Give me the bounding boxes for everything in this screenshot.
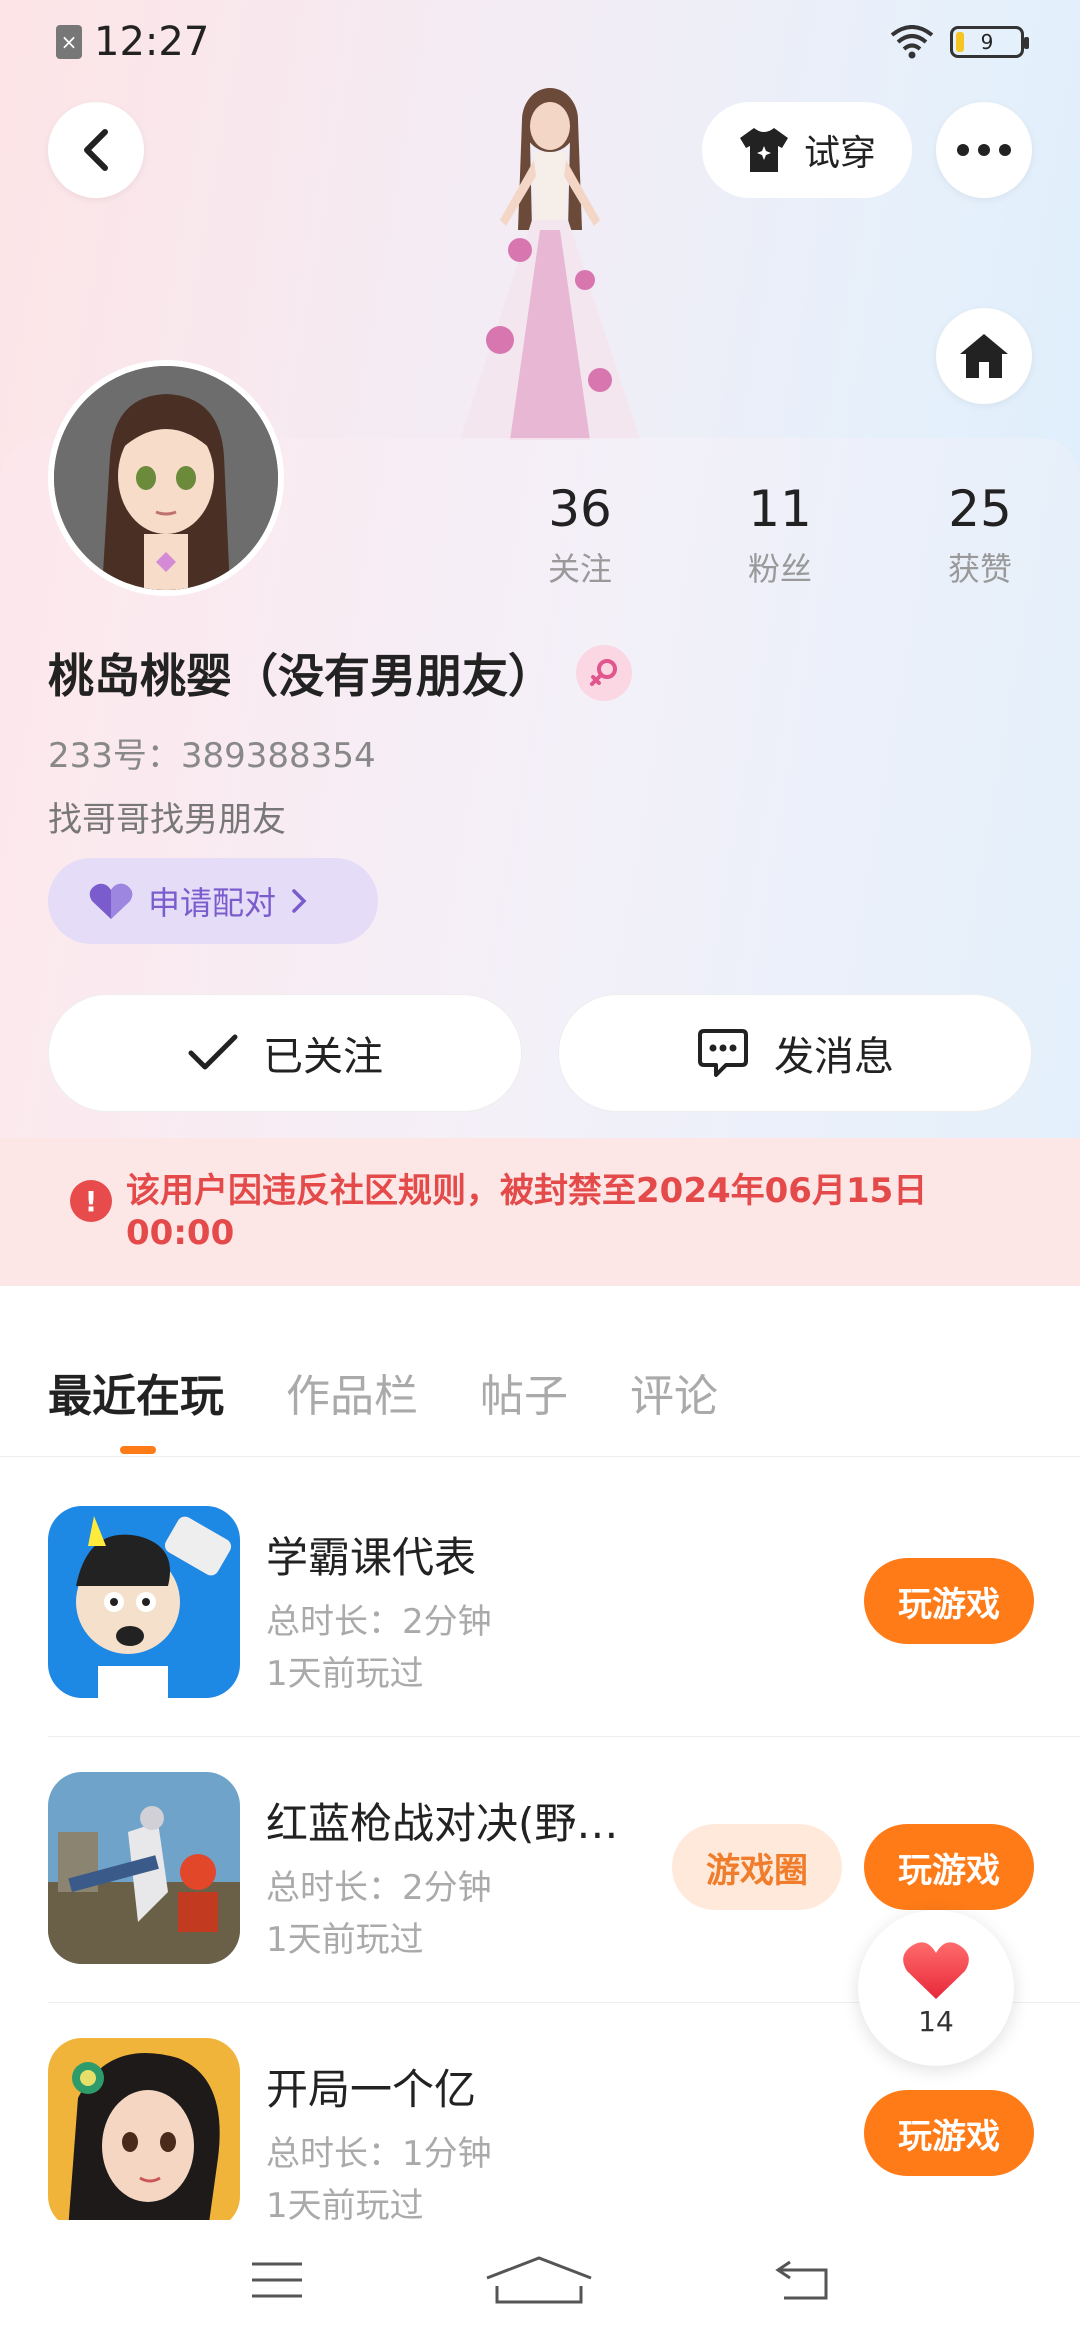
send-message-label: 发消息 (774, 1034, 894, 1080)
home-nav-icon[interactable] (483, 2256, 595, 2304)
more-button[interactable] (936, 102, 1032, 198)
female-gender-icon (576, 645, 632, 701)
following-button[interactable]: 已关注 (48, 994, 522, 1112)
system-nav-bar (0, 2220, 1080, 2340)
like-button[interactable]: 14 (858, 1910, 1014, 2066)
like-count: 14 (918, 2004, 954, 2038)
game-icon (48, 1506, 240, 1698)
stat-value: 11 (748, 480, 812, 538)
name-row: 桃岛桃婴（没有男朋友） (48, 640, 632, 706)
stat-label: 粉丝 (747, 550, 812, 588)
avatar-figure-image (460, 88, 640, 440)
try-on-label: 试穿 (803, 133, 876, 174)
home-icon (960, 334, 1008, 378)
status-time: 12:27 (94, 19, 210, 65)
avatar[interactable] (48, 360, 284, 596)
stats-row: 36 关注 11 粉丝 25 获赞 (480, 480, 1080, 590)
stat-value: 25 (948, 480, 1012, 538)
game-last-played: 1天前玩过 (266, 1920, 424, 1960)
warning-icon: ! (70, 1180, 112, 1222)
stat-following[interactable]: 36 关注 (480, 480, 680, 590)
chevron-right-icon (292, 889, 307, 913)
game-icon (48, 1772, 240, 1964)
avatar-image (54, 366, 278, 590)
game-title: 学霸课代表 (266, 1533, 477, 1582)
home-button[interactable] (936, 308, 1032, 404)
game-duration: 总时长：2分钟 (266, 1602, 492, 1642)
game-last-played: 1天前玩过 (266, 1654, 424, 1694)
following-label: 已关注 (263, 1034, 383, 1080)
back-nav-icon[interactable] (774, 2258, 830, 2302)
status-bar: × 12:27 9 (0, 0, 1080, 84)
play-game-button[interactable]: 玩游戏 (864, 1558, 1034, 1644)
play-game-button[interactable]: 玩游戏 (864, 1824, 1034, 1910)
tab-recent-played[interactable]: 最近在玩 (48, 1360, 224, 1424)
heart-icon (903, 1941, 969, 1999)
stat-followers[interactable]: 11 粉丝 (680, 480, 880, 590)
tab-posts[interactable]: 帖子 (480, 1360, 568, 1424)
no-sim-icon: × (56, 25, 82, 59)
user-name: 桃岛桃婴（没有男朋友） (48, 649, 554, 703)
active-tab-indicator (120, 1446, 156, 1454)
stat-label: 获赞 (947, 550, 1012, 588)
game-duration: 总时长：2分钟 (266, 1868, 492, 1908)
tshirt-icon (739, 128, 788, 172)
send-message-button[interactable]: 发消息 (558, 994, 1032, 1112)
game-title: 开局一个亿 (266, 2065, 477, 2114)
wifi-icon (890, 25, 934, 59)
apply-pair-button[interactable]: 申请配对 (48, 858, 378, 944)
game-circle-button[interactable]: 游戏圈 (672, 1824, 842, 1910)
try-on-button[interactable]: 试穿 (702, 102, 912, 198)
chevron-left-icon (84, 129, 108, 171)
game-duration: 总时长：1分钟 (266, 2134, 492, 2174)
user-bio: 找哥哥找男朋友 (48, 800, 286, 840)
tab-works[interactable]: 作品栏 (286, 1360, 418, 1424)
tabs-divider (0, 1456, 1080, 1457)
game-title: 红蓝枪战对决(野… (266, 1799, 619, 1848)
profile-tabs: 最近在玩 作品栏 帖子 评论 (48, 1360, 718, 1424)
back-button[interactable] (48, 102, 144, 198)
stat-value: 36 (548, 480, 612, 538)
game-list-item[interactable]: 学霸课代表 总时长：2分钟 1天前玩过 玩游戏 (48, 1506, 1080, 1772)
more-dots-icon (957, 144, 1011, 156)
user-id: 233号：389388354 (48, 736, 376, 776)
apply-pair-label: 申请配对 (148, 884, 277, 922)
heart-icon (89, 883, 133, 919)
stat-likes[interactable]: 25 获赞 (880, 480, 1080, 590)
menu-icon[interactable] (250, 2260, 304, 2300)
play-game-button[interactable]: 玩游戏 (864, 2090, 1034, 2176)
checkmark-icon (188, 1034, 238, 1070)
ban-notice-banner: ! 该用户因违反社区规则，被封禁至2024年06月15日00:00 (0, 1138, 1080, 1286)
tab-comments[interactable]: 评论 (630, 1360, 718, 1424)
battery-icon: 9 (950, 26, 1029, 58)
stat-label: 关注 (547, 550, 612, 588)
game-icon (48, 2038, 240, 2230)
list-divider (48, 1736, 1080, 1737)
chat-bubble-icon (698, 1029, 748, 1077)
ban-notice-text: 该用户因违反社区规则，被封禁至2024年06月15日00:00 (126, 1171, 928, 1253)
